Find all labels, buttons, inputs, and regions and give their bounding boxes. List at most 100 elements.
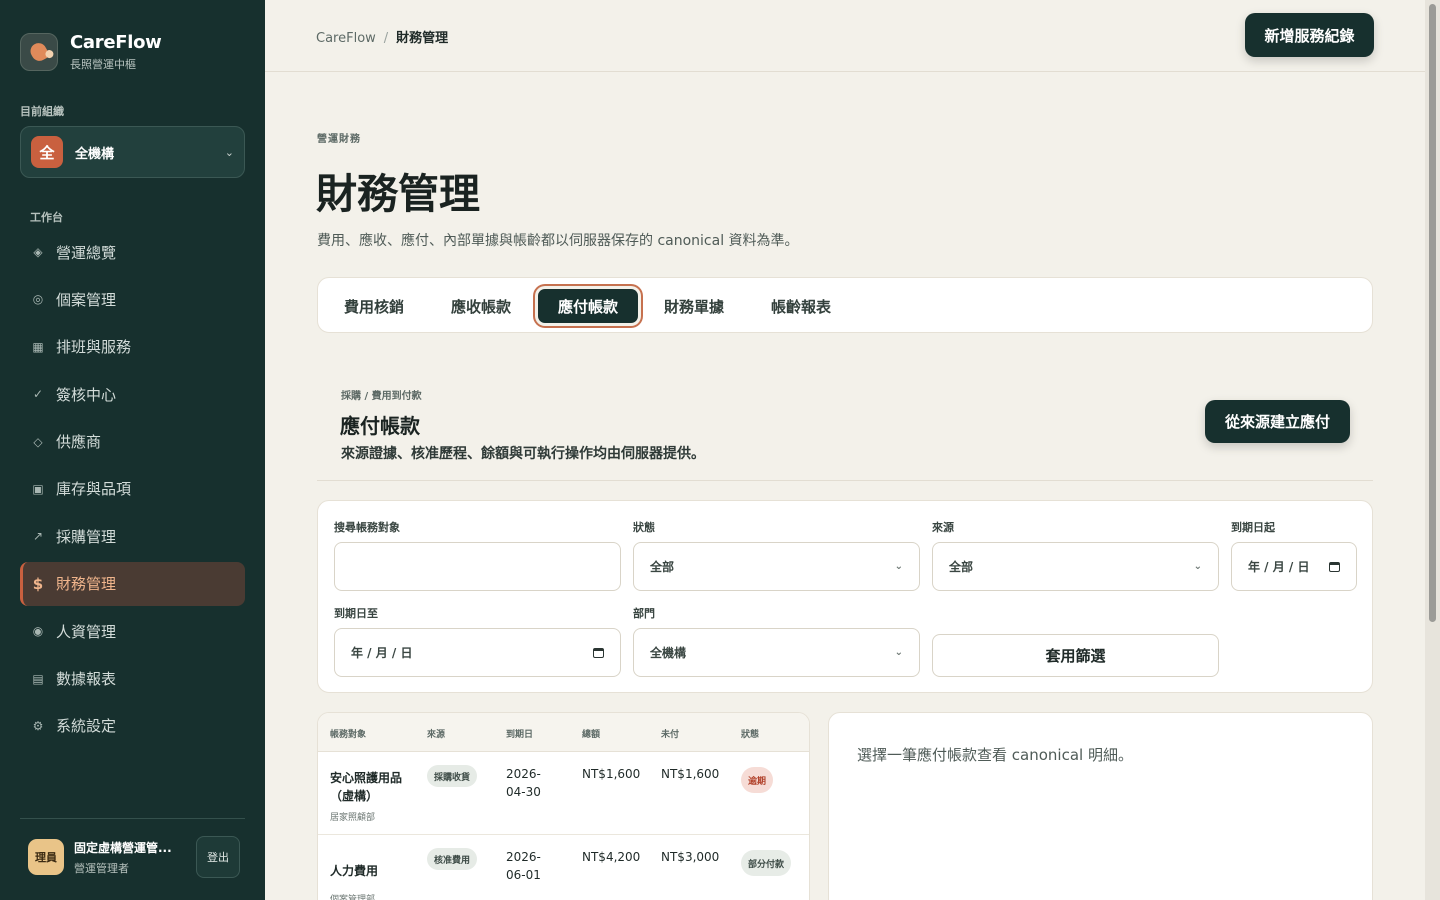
gear-icon: ⚙ — [32, 718, 44, 733]
column-header-unpaid[interactable]: 未付 — [661, 727, 679, 740]
diamond-outline-icon: ◇ — [33, 434, 43, 449]
due-to-date-input[interactable]: 年 / 月 / 日 — [334, 628, 621, 677]
column-header-status[interactable]: 狀態 — [741, 727, 759, 740]
row-department: 個案管理部 — [330, 895, 376, 900]
radio-icon: ◉ — [32, 624, 44, 639]
target-icon: ◎ — [32, 292, 44, 307]
org-selector[interactable]: 全 全機構 ⌄ — [20, 126, 245, 178]
dollar-icon: $ — [32, 574, 44, 593]
due-to-value: 年 / 月 / 日 — [351, 646, 413, 660]
sidebar-item-procurement[interactable]: ↗ 採購管理 — [20, 514, 245, 558]
search-label: 搜尋帳務對象 — [334, 521, 400, 534]
sidebar-item-reports[interactable]: ▤ 數據報表 — [20, 657, 245, 701]
org-name: 全機構 — [75, 146, 115, 162]
sidebar-divider — [20, 818, 245, 819]
brand[interactable]: CareFlow 長照營運中樞 — [20, 32, 162, 72]
due-from-label: 到期日起 — [1231, 521, 1275, 534]
sidebar-item-scheduling[interactable]: ▦ 排班與服務 — [20, 325, 245, 369]
due-date-part-1: 2026- — [506, 850, 541, 864]
sidebar-item-vendors[interactable]: ◇ 供應商 — [20, 420, 245, 464]
chevron-down-icon: ⌄ — [894, 561, 903, 572]
avatar: 理員 — [28, 839, 64, 875]
sidebar-item-label: 系統設定 — [56, 717, 117, 736]
row-unpaid: NT$3,000 — [661, 850, 720, 864]
sidebar-item-hr[interactable]: ◉ 人資管理 — [20, 609, 245, 653]
user-role: 營運管理者 — [74, 861, 129, 875]
row-department: 居家照顧部 — [330, 813, 376, 823]
table-row[interactable]: 安心照護用品（虛構） 居家照顧部 採購收貨 2026- 04-30 NT$1,60… — [318, 752, 809, 835]
page-eyebrow: 營運財務 — [317, 134, 361, 145]
section-divider — [317, 480, 1373, 481]
sidebar-item-settings[interactable]: ⚙ 系統設定 — [20, 704, 245, 748]
source-label: 來源 — [932, 521, 954, 534]
chevron-down-icon: ⌄ — [1193, 561, 1202, 572]
chevron-down-icon: ⌄ — [224, 145, 234, 159]
source-select-value: 全部 — [949, 560, 974, 574]
breadcrumb-separator: / — [383, 31, 389, 46]
section-eyebrow: 採購 / 費用到付款 — [341, 391, 422, 402]
calendar-icon[interactable] — [593, 647, 604, 658]
row-total: NT$4,200 — [582, 850, 641, 864]
source-badge: 採購收貨 — [427, 765, 478, 787]
sidebar-item-approvals[interactable]: ✓ 簽核中心 — [20, 372, 245, 416]
check-icon: ✓ — [32, 387, 44, 402]
tab-receivables[interactable]: 應收帳款 — [439, 289, 523, 323]
section-description: 來源證據、核准歷程、餘額與可執行操作均由伺服器提供。 — [341, 446, 705, 462]
status-badge: 逾期 — [741, 767, 774, 793]
row-due-date: 2026- 06-01 — [506, 848, 541, 884]
sidebar-item-label: 人資管理 — [56, 622, 117, 641]
column-header-due-date[interactable]: 到期日 — [506, 727, 533, 740]
logout-button[interactable]: 登出 — [196, 836, 240, 878]
tab-payables[interactable]: 應付帳款 — [538, 289, 638, 323]
department-select[interactable]: 全機構 ⌄ — [633, 628, 920, 677]
status-select[interactable]: 全部 ⌄ — [633, 542, 920, 591]
sidebar-item-inventory[interactable]: ▣ 庫存與品項 — [20, 467, 245, 511]
sidebar-item-cases[interactable]: ◎ 個案管理 — [20, 277, 245, 321]
sidebar-item-finance[interactable]: $ 財務管理 — [20, 561, 245, 606]
tab-finance-documents[interactable]: 財務單據 — [652, 289, 736, 323]
scrollbar-thumb[interactable] — [1429, 4, 1436, 622]
breadcrumb: CareFlow / 財務管理 — [316, 27, 448, 46]
row-total: NT$1,600 — [582, 767, 641, 781]
column-header-source[interactable]: 來源 — [427, 727, 445, 740]
breadcrumb-root[interactable]: CareFlow — [316, 31, 376, 46]
create-payable-from-source-button[interactable]: 從來源建立應付 — [1205, 400, 1350, 443]
payables-table: 帳務對象 來源 到期日 總額 未付 狀態 安心照護用品（虛構） 居家照顧部 採購… — [317, 712, 810, 900]
page-title: 財務管理 — [316, 170, 480, 218]
row-target: 安心照護用品（虛構） — [330, 771, 403, 803]
brand-name: CareFlow — [70, 32, 162, 53]
row-unpaid: NT$1,600 — [661, 767, 720, 781]
tab-expense-reimbursement[interactable]: 費用核銷 — [332, 289, 416, 323]
org-badge: 全 — [31, 136, 63, 168]
chevron-down-icon: ⌄ — [894, 647, 903, 658]
new-service-record-button[interactable]: 新增服務紀錄 — [1245, 13, 1374, 57]
due-from-date-input[interactable]: 年 / 月 / 日 — [1231, 542, 1357, 591]
finance-tabs: 費用核銷 應收帳款 應付帳款 財務單據 帳齡報表 — [317, 277, 1373, 333]
sidebar-item-label: 財務管理 — [56, 575, 117, 594]
column-header-total[interactable]: 總額 — [582, 727, 600, 740]
column-header-target[interactable]: 帳務對象 — [330, 727, 366, 740]
detail-placeholder: 選擇一筆應付帳款查看 canonical 明細。 — [857, 746, 1133, 764]
brand-subtitle: 長照營運中樞 — [70, 58, 136, 71]
calendar-icon[interactable] — [1329, 561, 1340, 572]
search-input[interactable] — [334, 542, 621, 591]
diamond-fill-icon: ◈ — [33, 245, 43, 259]
apply-filters-button[interactable]: 套用篩選 — [932, 634, 1219, 677]
list-icon: ▤ — [32, 671, 44, 686]
sidebar-item-label: 採購管理 — [56, 527, 117, 546]
sidebar-item-label: 個案管理 — [56, 290, 117, 309]
section-title: 應付帳款 — [340, 414, 420, 438]
payable-detail-panel: 選擇一筆應付帳款查看 canonical 明細。 — [828, 712, 1373, 900]
table-header: 帳務對象 來源 到期日 總額 未付 狀態 — [318, 713, 809, 752]
sidebar-item-label: 數據報表 — [56, 670, 117, 689]
status-badge: 部分付款 — [741, 850, 792, 876]
sidebar-item-label: 排班與服務 — [56, 338, 132, 357]
scrollbar[interactable] — [1425, 0, 1440, 900]
table-row[interactable]: 人力費用 個案管理部 核准費用 2026- 06-01 NT$4,200 NT$3… — [318, 835, 809, 900]
org-label: 目前組織 — [20, 105, 64, 118]
sidebar-item-overview[interactable]: ◈ 營運總覽 — [20, 230, 245, 274]
sidebar-item-label: 營運總覽 — [56, 243, 117, 262]
tab-aging-report[interactable]: 帳齡報表 — [759, 289, 843, 323]
user-name: 固定虛構營運管... — [74, 840, 172, 855]
source-select[interactable]: 全部 ⌄ — [932, 542, 1219, 591]
